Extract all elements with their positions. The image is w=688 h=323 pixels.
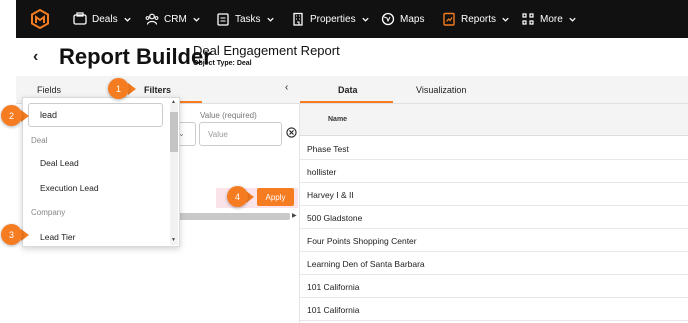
- nav-reports[interactable]: Reports: [442, 0, 510, 38]
- nav-crm-label: CRM: [164, 13, 187, 25]
- value-label: Value (required): [200, 111, 257, 120]
- step-badge-1: 1: [108, 78, 129, 99]
- step-badge-2: 2: [1, 105, 22, 126]
- field-search-input[interactable]: lead: [28, 103, 163, 127]
- annotation-pointer: [128, 83, 136, 95]
- object-type-label: Object Type: Deal: [193, 60, 252, 67]
- back-arrow-icon[interactable]: ‹: [33, 48, 38, 66]
- chevron-down-icon: [123, 17, 131, 22]
- row-name: 500 Gladstone: [307, 213, 363, 223]
- nav-properties-label: Properties: [310, 13, 356, 25]
- nav-reports-label: Reports: [461, 13, 497, 25]
- page-title: Report Builder: [59, 44, 212, 69]
- nav-properties[interactable]: Properties: [291, 0, 370, 38]
- app-logo-icon[interactable]: [30, 9, 50, 29]
- table-row[interactable]: Harvey I & II: [300, 183, 688, 206]
- right-tab-bar: [300, 76, 688, 104]
- properties-icon: [293, 12, 303, 26]
- tab-filters[interactable]: Filters: [144, 85, 171, 95]
- scroll-right-icon[interactable]: ▶: [292, 212, 297, 219]
- value-input[interactable]: Value: [199, 122, 282, 146]
- tab-data[interactable]: Data: [338, 85, 358, 95]
- group-company: Company: [31, 208, 66, 217]
- table-row[interactable]: 101 California: [300, 298, 688, 321]
- row-name: Phase Test: [307, 144, 349, 154]
- collapse-panel-icon[interactable]: ‹: [285, 82, 288, 93]
- chevron-down-icon: [361, 17, 369, 22]
- more-icon: [522, 13, 534, 25]
- value-placeholder: Value: [208, 129, 228, 139]
- nav-tasks[interactable]: Tasks: [216, 0, 275, 38]
- crm-icon: [145, 13, 159, 25]
- row-name: Four Points Shopping Center: [307, 236, 417, 246]
- scroll-down-icon[interactable]: ▼: [171, 237, 176, 243]
- group-deal: Deal: [31, 136, 48, 145]
- step-badge-4: 4: [227, 186, 248, 207]
- apply-button[interactable]: Apply: [257, 188, 294, 206]
- chevron-down-icon: [193, 17, 200, 22]
- maps-icon: [381, 12, 395, 26]
- chevron-down-icon: [502, 17, 509, 22]
- deals-icon: [73, 12, 87, 25]
- tab-visualization[interactable]: Visualization: [416, 85, 466, 95]
- row-name: 101 California: [307, 305, 360, 315]
- dropdown-scroll-thumb[interactable]: [170, 112, 178, 152]
- row-name: Harvey I & II: [307, 190, 354, 200]
- option-execution-lead[interactable]: Execution Lead: [40, 183, 99, 193]
- nav-more[interactable]: More: [521, 0, 577, 38]
- table-row[interactable]: Phase Test: [300, 137, 688, 160]
- tab-fields[interactable]: Fields: [37, 85, 61, 95]
- active-tab-indicator: [300, 101, 393, 103]
- step-badge-3: 3: [1, 224, 22, 245]
- table-row[interactable]: hollister: [300, 160, 688, 183]
- nav-maps-label: Maps: [400, 13, 425, 25]
- table-row[interactable]: Four Points Shopping Center: [300, 229, 688, 252]
- table-row[interactable]: Learning Den of Santa Barbara: [300, 252, 688, 275]
- column-header[interactable]: Name: [300, 104, 688, 136]
- nav-maps[interactable]: Maps: [381, 0, 424, 38]
- clear-filter-icon[interactable]: [286, 127, 297, 138]
- horizontal-scrollbar[interactable]: [178, 213, 290, 220]
- annotation-pointer: [21, 110, 29, 122]
- table-row[interactable]: 101 California: [300, 275, 688, 298]
- annotation-pointer: [21, 229, 29, 241]
- chevron-down-icon: [569, 17, 576, 22]
- nav-more-label: More: [540, 13, 563, 25]
- option-deal-lead[interactable]: Deal Lead: [40, 158, 79, 168]
- scroll-up-icon[interactable]: ▲: [171, 99, 176, 105]
- nav-crm[interactable]: CRM: [145, 0, 201, 38]
- row-name: Learning Den of Santa Barbara: [307, 259, 425, 269]
- table-row[interactable]: 500 Gladstone: [300, 206, 688, 229]
- report-name: Deal Engagement Report: [193, 43, 340, 58]
- row-name: 101 California: [307, 282, 360, 292]
- nav-tasks-label: Tasks: [235, 13, 261, 25]
- field-search-value: lead: [40, 110, 58, 120]
- chevron-down-icon: [266, 17, 274, 22]
- option-lead-tier[interactable]: Lead Tier: [40, 232, 75, 242]
- tasks-icon: [217, 13, 229, 26]
- column-header-name: Name: [328, 116, 348, 123]
- nav-deals[interactable]: Deals: [73, 0, 132, 38]
- field-dropdown: lead Deal Deal Lead Execution Lead Compa…: [22, 97, 180, 247]
- row-name: hollister: [307, 167, 337, 177]
- top-nav: Deals CRM Tasks Properties Maps Reports: [16, 0, 688, 38]
- reports-icon: [443, 12, 455, 26]
- nav-deals-label: Deals: [92, 13, 118, 25]
